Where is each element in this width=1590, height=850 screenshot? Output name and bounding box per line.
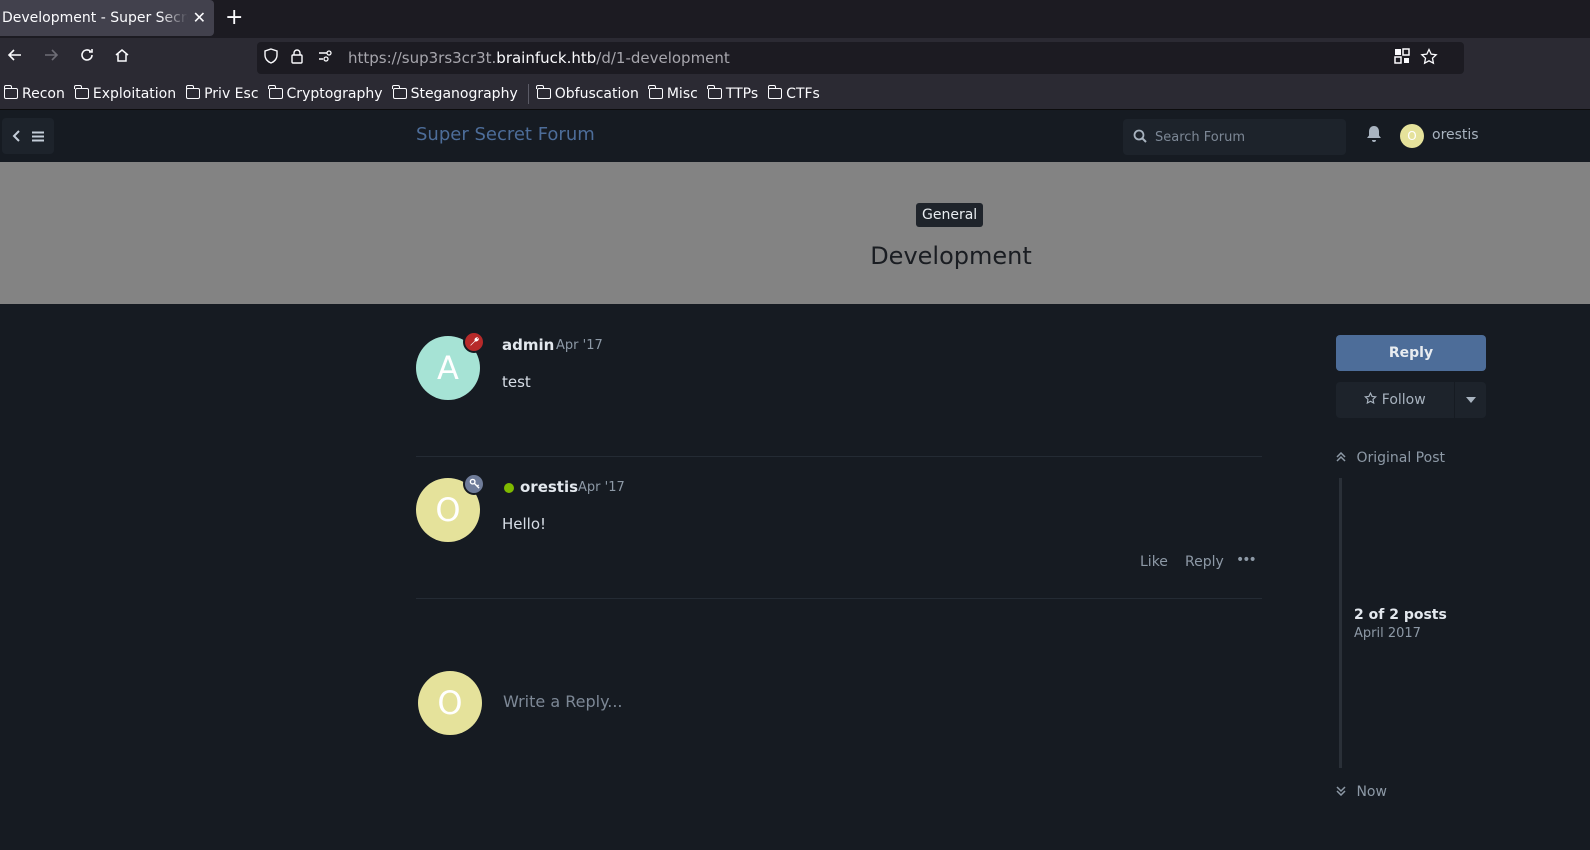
folder-icon (185, 85, 201, 99)
home-icon[interactable] (110, 46, 134, 70)
browser-nav-bar: https://sup3rs3cr3t.brainfuck.htb/d/1-de… (0, 38, 1590, 78)
new-tab-button[interactable]: + (225, 6, 243, 30)
bookmark-obfuscation[interactable]: Obfuscation (536, 85, 639, 102)
post-body: test (502, 373, 531, 391)
search-input[interactable] (1155, 119, 1340, 155)
bookmark-separator (527, 83, 529, 104)
scrubber-date: April 2017 (1354, 626, 1421, 641)
folder-icon (648, 85, 663, 99)
discussion-hero: General Development (0, 162, 1590, 304)
write-reply-placeholder[interactable]: Write a Reply... (503, 692, 623, 711)
forward-arrow-icon[interactable] (39, 46, 63, 70)
browser-tab-active[interactable]: Development - Super Secret Forum ✕ (0, 0, 214, 36)
url-bar[interactable]: https://sup3rs3cr3t.brainfuck.htb/d/1-de… (257, 42, 1464, 74)
close-tab-icon[interactable]: ✕ (193, 9, 206, 27)
site-permissions-icon[interactable] (315, 48, 335, 70)
shield-icon[interactable] (261, 48, 281, 70)
bookmark-steganography[interactable]: Steganography (392, 85, 518, 102)
scrubber-track[interactable] (1339, 478, 1342, 768)
post-username[interactable]: admin (502, 336, 554, 354)
post-username[interactable]: orestis (520, 478, 578, 496)
bookmark-star-icon[interactable] (1419, 47, 1439, 72)
bookmark-priv-esc[interactable]: Priv Esc (185, 85, 259, 102)
caret-down-icon (1465, 393, 1476, 406)
scrubber-count: 2 of 2 posts (1354, 607, 1447, 623)
follow-options-button[interactable] (1455, 382, 1486, 418)
like-button[interactable]: Like (1140, 554, 1168, 570)
post-date[interactable]: Apr '17 (578, 480, 625, 495)
chevron-left-icon (12, 127, 22, 146)
reload-icon[interactable] (75, 46, 99, 70)
forum-brand-link[interactable]: Super Secret Forum (416, 124, 595, 145)
bell-icon[interactable] (1366, 125, 1386, 147)
double-chevron-up-icon (1336, 450, 1356, 466)
folder-icon (536, 85, 551, 99)
discussion-title: Development (870, 242, 1032, 270)
folder-icon (74, 85, 89, 99)
back-arrow-icon[interactable] (3, 46, 27, 70)
post-body: Hello! (502, 515, 547, 533)
folder-icon (268, 85, 283, 99)
folder-icon (392, 85, 407, 99)
wrench-icon (463, 331, 485, 353)
post-divider (416, 456, 1262, 457)
post-divider (416, 598, 1262, 599)
search-icon (1133, 128, 1149, 144)
qr-code-icon[interactable] (1392, 48, 1412, 70)
browser-tab-bar: Development - Super Secret Forum ✕ + (0, 0, 1590, 38)
forum-header: Super Secret Forum O orestis (0, 110, 1590, 162)
bookmark-ttps[interactable]: TTPs (707, 85, 758, 102)
bookmark-misc[interactable]: Misc (648, 85, 698, 102)
bookmark-exploitation[interactable]: Exploitation (74, 85, 176, 102)
menu-icon (32, 127, 44, 146)
star-icon (1364, 391, 1381, 408)
tag-label[interactable]: General (916, 203, 984, 227)
user-menu-name[interactable]: orestis (1432, 127, 1479, 143)
folder-icon (707, 85, 722, 99)
reply-post-button[interactable]: Reply (1185, 554, 1224, 570)
bookmarks-bar: Recon Exploitation Priv Esc Cryptography… (0, 78, 1590, 110)
url-text[interactable]: https://sup3rs3cr3t.brainfuck.htb/d/1-de… (348, 49, 730, 67)
lock-icon[interactable] (287, 48, 307, 70)
double-chevron-down-icon (1336, 784, 1356, 800)
bookmark-ctfs[interactable]: CTFs (767, 85, 820, 102)
more-options-icon[interactable]: ••• (1236, 552, 1257, 568)
search-box[interactable] (1123, 119, 1346, 155)
bookmark-recon[interactable]: Recon (3, 85, 65, 102)
folder-icon (767, 85, 783, 99)
reply-button[interactable]: Reply (1336, 335, 1486, 371)
scrubber-now[interactable]: Now (1336, 784, 1387, 800)
user-avatar[interactable]: O (1400, 124, 1424, 148)
post-date[interactable]: Apr '17 (556, 338, 603, 353)
drawer-toggle-button[interactable] (2, 118, 54, 154)
tab-title: Development - Super Secret Forum (2, 10, 188, 26)
key-icon (463, 473, 485, 495)
bookmark-cryptography[interactable]: Cryptography (268, 85, 383, 102)
online-indicator (504, 483, 514, 493)
scrubber-original-post[interactable]: Original Post (1336, 450, 1445, 466)
follow-button[interactable]: Follow (1336, 382, 1454, 418)
composer-avatar: O (418, 671, 482, 735)
folder-icon (3, 85, 18, 99)
